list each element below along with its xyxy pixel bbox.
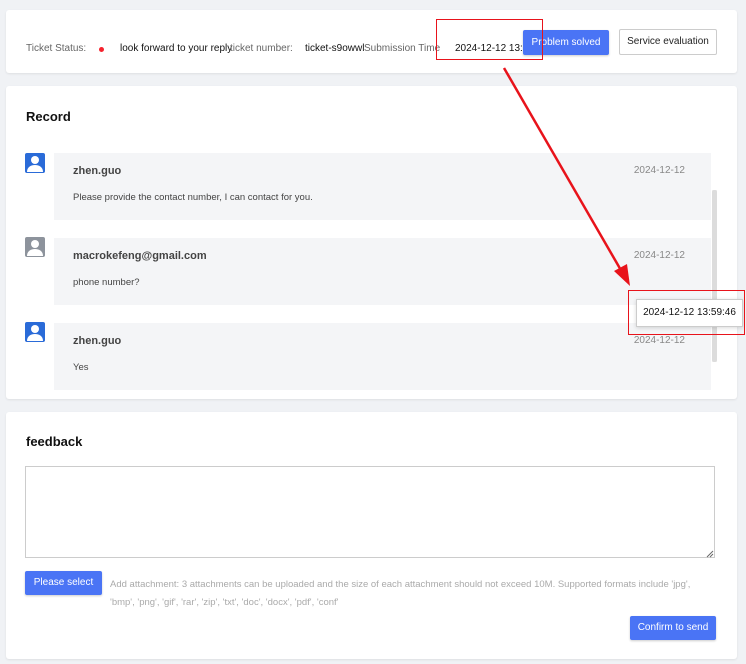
annotation-arrow-icon — [502, 67, 630, 286]
